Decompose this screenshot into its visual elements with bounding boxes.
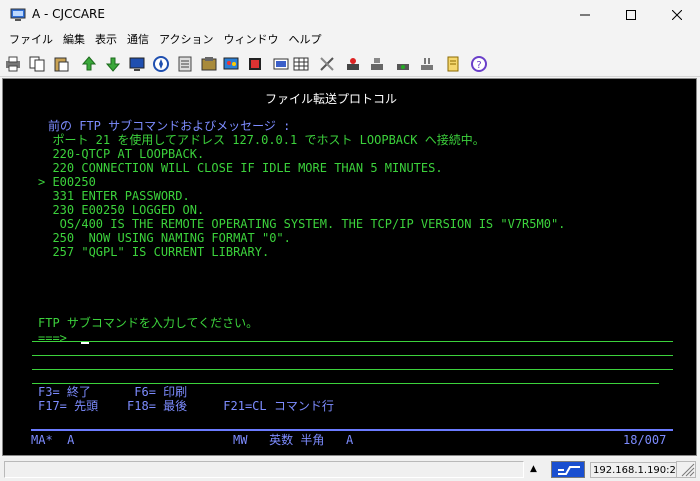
- receive-file-icon[interactable]: [104, 55, 122, 73]
- message-line: 331 ENTER PASSWORD.: [38, 189, 190, 203]
- oia-cursor-position: 18/007: [623, 433, 667, 447]
- paste-icon[interactable]: [52, 55, 70, 73]
- window-title: A - CJCCARE: [32, 7, 105, 21]
- menu-help[interactable]: ヘルプ: [283, 30, 326, 50]
- help-icon[interactable]: ?: [470, 55, 488, 73]
- command-input-line[interactable]: [32, 355, 673, 356]
- copy-icon[interactable]: [28, 55, 46, 73]
- svg-text:?: ?: [476, 60, 481, 71]
- maximize-button[interactable]: [608, 0, 654, 30]
- prompt-label: FTP サブコマンドを入力してください。: [38, 316, 259, 330]
- message-line: 220 CONNECTION WILL CLOSE IF IDLE MORE T…: [38, 161, 443, 175]
- text-cursor: [81, 342, 89, 344]
- message-line: 257 "QGPL" IS CURRENT LIBRARY.: [38, 245, 270, 259]
- macro-icon[interactable]: [176, 55, 194, 73]
- status-message-field: [4, 461, 524, 478]
- pause-macro-icon[interactable]: [418, 55, 436, 73]
- message-line: 250 NOW USING NAMING FORMAT "0".: [38, 231, 291, 245]
- toolbar: ?: [0, 51, 700, 77]
- send-file-icon[interactable]: [80, 55, 98, 73]
- menu-bar: ファイル 編集 表示 通信 アクション ウィンドウ ヘルプ: [0, 30, 700, 50]
- menu-edit[interactable]: 編集: [58, 30, 90, 50]
- menu-window[interactable]: ウィンドウ: [218, 30, 283, 50]
- terminal-app-icon: [10, 8, 26, 21]
- menu-file[interactable]: ファイル: [4, 30, 58, 50]
- oia-input-mode: MW 英数 半角 A: [233, 433, 354, 447]
- scroll-up-icon[interactable]: ▲: [530, 464, 537, 474]
- command-input-line[interactable]: [32, 341, 673, 342]
- command-input-line[interactable]: [32, 369, 673, 370]
- menu-communication[interactable]: 通信: [122, 30, 154, 50]
- resize-grip-icon[interactable]: [676, 461, 696, 478]
- message-line: 220-QTCP AT LOOPBACK.: [38, 147, 205, 161]
- status-bar: ▲ 192.168.1.190:23: [0, 458, 700, 481]
- connection-status-icon: [551, 461, 585, 478]
- messages-title: 前の FTP サブコマンドおよびメッセージ :: [48, 119, 291, 133]
- record-macro-icon[interactable]: [394, 55, 412, 73]
- color-map-icon[interactable]: [222, 55, 240, 73]
- table-icon[interactable]: [292, 55, 310, 73]
- notes-icon[interactable]: [444, 55, 462, 73]
- keyboard-map-icon[interactable]: [200, 55, 218, 73]
- maximize-icon: [626, 10, 636, 20]
- minimize-icon: [580, 14, 590, 16]
- minimize-button[interactable]: [562, 0, 608, 30]
- close-button[interactable]: [654, 0, 700, 30]
- message-line: > E00250: [38, 175, 96, 189]
- function-keys-row-1: F3= 終了 F6= 印刷: [38, 385, 188, 399]
- navigator-icon[interactable]: [152, 55, 170, 73]
- customize-icon[interactable]: [318, 55, 336, 73]
- record-icon[interactable]: [246, 55, 264, 73]
- menu-view[interactable]: 表示: [90, 30, 122, 50]
- message-line: OS/400 IS THE REMOTE OPERATING SYSTEM. T…: [38, 217, 566, 231]
- oia-separator: [31, 429, 673, 431]
- command-input-line[interactable]: [32, 383, 659, 384]
- screen-heading: ファイル転送プロトコル: [265, 92, 398, 106]
- keypad-icon[interactable]: [272, 55, 290, 73]
- stop-macro-icon[interactable]: [368, 55, 386, 73]
- prompt-arrow: ===>: [38, 331, 67, 345]
- print-screen-icon[interactable]: [4, 55, 22, 73]
- play-macro-icon[interactable]: [344, 55, 362, 73]
- display-setup-icon[interactable]: [128, 55, 146, 73]
- host-address: 192.168.1.190:23: [590, 462, 686, 478]
- function-keys-row-2: F17= 先頭 F18= 最後 F21=CL コマンド行: [38, 399, 334, 413]
- message-line: ポート 21 を使用してアドレス 127.0.0.1 でホスト LOOPBACK…: [38, 133, 485, 147]
- close-icon: [672, 10, 682, 20]
- message-line: 230 E00250 LOGGED ON.: [38, 203, 205, 217]
- oia-session-indicator: MA* A: [31, 433, 75, 447]
- menu-actions[interactable]: アクション: [154, 30, 218, 50]
- title-bar: A - CJCCARE: [0, 0, 700, 30]
- terminal-screen[interactable]: ファイル転送プロトコル 前の FTP サブコマンドおよびメッセージ : ポート …: [2, 78, 697, 456]
